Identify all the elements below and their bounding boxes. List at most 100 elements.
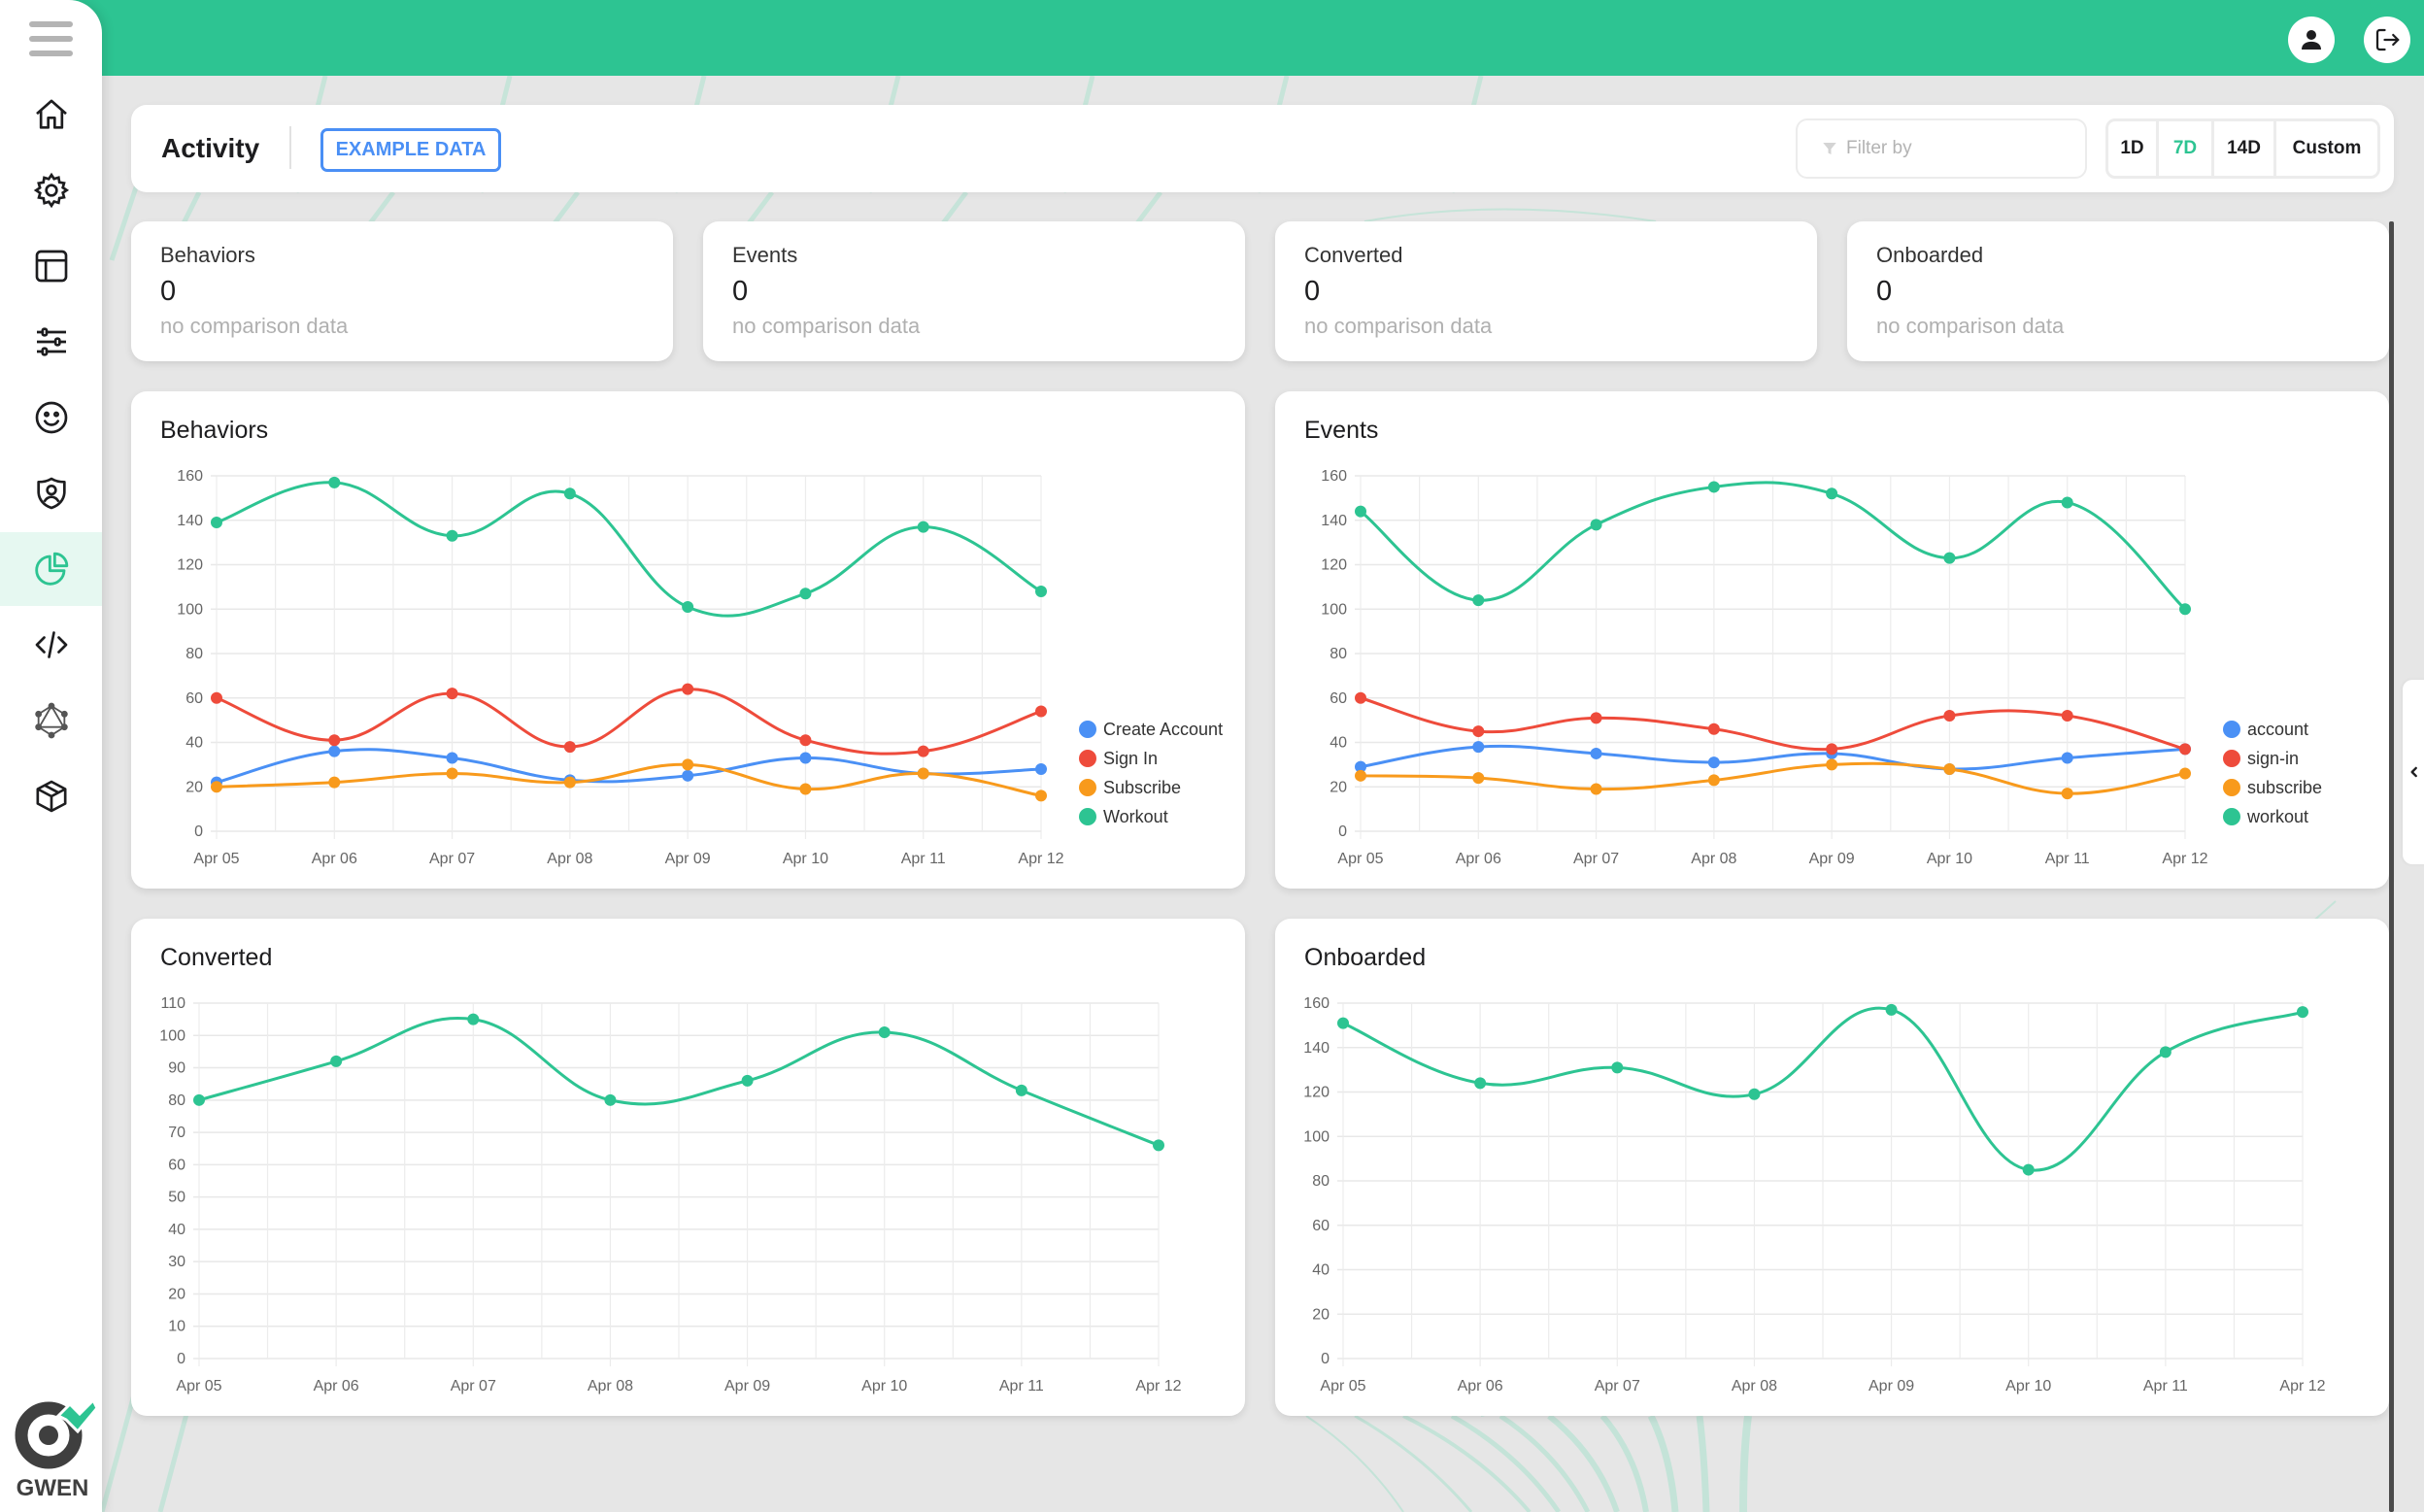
sidebar-item-security[interactable]	[0, 456, 102, 530]
logout-button[interactable]	[2364, 17, 2410, 63]
data-point[interactable]	[2179, 743, 2191, 756]
sidebar-item-code[interactable]	[0, 608, 102, 682]
data-point[interactable]	[1472, 741, 1485, 754]
sidebar-item-packages[interactable]	[0, 759, 102, 833]
data-point[interactable]	[1472, 725, 1485, 738]
data-point[interactable]	[328, 476, 341, 488]
data-point[interactable]	[330, 1055, 343, 1067]
gwen-logo[interactable]: GWEN	[12, 1396, 99, 1503]
data-point[interactable]	[1748, 1088, 1761, 1100]
sidebar-item-users[interactable]	[0, 381, 102, 454]
data-point[interactable]	[328, 745, 341, 757]
data-point[interactable]	[2061, 752, 2073, 764]
data-point[interactable]	[446, 688, 458, 700]
data-point[interactable]	[1611, 1061, 1624, 1074]
legend-label[interactable]: sign-in	[2247, 749, 2299, 768]
legend-label[interactable]: Sign In	[1103, 749, 1158, 768]
data-point[interactable]	[328, 776, 341, 789]
data-point[interactable]	[1035, 790, 1047, 802]
data-point[interactable]	[211, 691, 222, 704]
sidebar-item-settings[interactable]	[0, 153, 102, 227]
legend-label[interactable]: subscribe	[2247, 778, 2322, 797]
collapse-panel-button[interactable]	[2403, 680, 2424, 864]
data-point[interactable]	[1590, 747, 1602, 759]
data-point[interactable]	[2022, 1163, 2035, 1176]
data-point[interactable]	[1826, 758, 1838, 771]
range-custom-button[interactable]: Custom	[2276, 121, 2377, 176]
profile-button[interactable]	[2288, 17, 2335, 63]
legend-label[interactable]: Workout	[1103, 807, 1168, 826]
data-point[interactable]	[563, 741, 576, 754]
data-point[interactable]	[682, 600, 694, 613]
data-point[interactable]	[604, 1093, 617, 1106]
legend-swatch[interactable]	[2223, 779, 2240, 796]
data-point[interactable]	[1885, 1003, 1898, 1016]
data-point[interactable]	[211, 781, 222, 793]
data-point[interactable]	[446, 529, 458, 542]
data-point[interactable]	[917, 745, 929, 757]
data-point[interactable]	[1826, 743, 1838, 756]
data-point[interactable]	[1355, 691, 1366, 704]
data-point[interactable]	[1707, 722, 1720, 735]
data-point[interactable]	[2179, 603, 2191, 616]
legend-swatch[interactable]	[2223, 808, 2240, 825]
sidebar-item-home[interactable]	[0, 78, 102, 151]
data-point[interactable]	[1472, 594, 1485, 607]
data-point[interactable]	[1035, 585, 1047, 597]
data-point[interactable]	[741, 1074, 754, 1087]
data-point[interactable]	[563, 487, 576, 500]
data-point[interactable]	[1355, 505, 1366, 518]
data-point[interactable]	[799, 734, 812, 747]
data-point[interactable]	[467, 1013, 480, 1025]
data-point[interactable]	[193, 1093, 205, 1106]
hamburger-menu-button[interactable]	[29, 21, 73, 58]
data-point[interactable]	[1035, 705, 1047, 718]
example-data-button[interactable]: EXAMPLE DATA	[320, 128, 501, 172]
data-point[interactable]	[799, 783, 812, 795]
data-point[interactable]	[799, 752, 812, 764]
data-point[interactable]	[2297, 1006, 2308, 1019]
sidebar-item-activity[interactable]	[0, 532, 102, 606]
data-point[interactable]	[2179, 767, 2191, 780]
data-point[interactable]	[2159, 1046, 2172, 1058]
data-point[interactable]	[1474, 1077, 1487, 1090]
data-point[interactable]	[799, 588, 812, 600]
filter-input[interactable]	[1846, 138, 2060, 159]
legend-swatch[interactable]	[1079, 721, 1096, 738]
data-point[interactable]	[1472, 772, 1485, 785]
data-point[interactable]	[1355, 769, 1366, 782]
data-point[interactable]	[1015, 1084, 1027, 1096]
filter-field[interactable]	[1796, 118, 2087, 179]
data-point[interactable]	[1153, 1139, 1164, 1152]
legend-swatch[interactable]	[1079, 808, 1096, 825]
data-point[interactable]	[2061, 496, 2073, 509]
legend-swatch[interactable]	[2223, 750, 2240, 767]
data-point[interactable]	[1707, 774, 1720, 787]
data-point[interactable]	[1590, 712, 1602, 724]
data-point[interactable]	[917, 767, 929, 780]
data-point[interactable]	[917, 521, 929, 533]
data-point[interactable]	[1035, 762, 1047, 775]
content-scrollbar[interactable]	[2389, 221, 2394, 1512]
data-point[interactable]	[446, 752, 458, 764]
data-point[interactable]	[682, 683, 694, 695]
legend-label[interactable]: workout	[2246, 807, 2308, 826]
data-point[interactable]	[878, 1025, 891, 1038]
data-point[interactable]	[682, 758, 694, 771]
legend-label[interactable]: account	[2247, 720, 2308, 739]
data-point[interactable]	[563, 776, 576, 789]
data-point[interactable]	[682, 769, 694, 782]
legend-swatch[interactable]	[1079, 750, 1096, 767]
legend-label[interactable]: Subscribe	[1103, 778, 1181, 797]
data-point[interactable]	[328, 734, 341, 747]
range-7d-button[interactable]: 7D	[2159, 121, 2214, 176]
range-1d-button[interactable]: 1D	[2108, 121, 2159, 176]
data-point[interactable]	[1826, 487, 1838, 500]
data-point[interactable]	[1943, 552, 1956, 564]
legend-label[interactable]: Create Account	[1103, 720, 1223, 739]
sidebar-item-filters[interactable]	[0, 305, 102, 379]
sidebar-item-graphql[interactable]	[0, 684, 102, 757]
data-point[interactable]	[1707, 481, 1720, 493]
range-14d-button[interactable]: 14D	[2214, 121, 2276, 176]
data-point[interactable]	[1707, 756, 1720, 769]
